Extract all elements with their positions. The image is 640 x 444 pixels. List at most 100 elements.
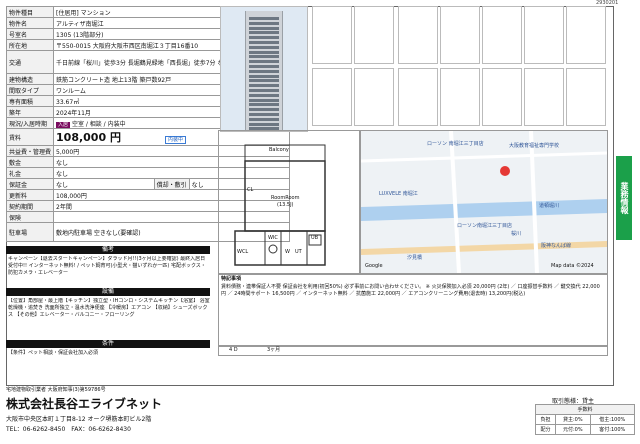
map-label-4: ローソン南堀江三丁目店 xyxy=(457,223,513,229)
room-sub-label: (13.5J) xyxy=(277,202,294,208)
photo-thumbnail[interactable] xyxy=(566,68,606,126)
notes-header: 特記事項 xyxy=(221,276,242,282)
fee-cell: 負担 xyxy=(535,414,556,425)
company-name: 株式会社長谷エライブネット xyxy=(6,397,163,411)
license-text: 宅地建物取引業者 大阪府知事(3)第59786号 xyxy=(6,387,106,393)
map-label-7: 阪神なんば線 xyxy=(541,243,572,249)
building-window-row xyxy=(249,103,279,107)
spec-key: 共益費・管理費 xyxy=(5,145,55,157)
jouken-text: 【条件】ペット相談・保証会社加入必須 xyxy=(8,350,99,356)
spec-key: 築年 xyxy=(5,106,55,118)
bikou-header: 備考 xyxy=(6,246,210,254)
building-window-row xyxy=(249,84,279,88)
plan-label-wcl: WCL xyxy=(237,249,249,255)
plan-label-ub: UB xyxy=(311,235,319,241)
spec-key: 所在地 xyxy=(5,39,55,51)
building-window-row xyxy=(249,69,279,73)
spec-key: 保険 xyxy=(5,211,55,223)
photo-thumbnail[interactable] xyxy=(354,68,394,126)
spec-key: 保証金 xyxy=(5,178,55,190)
building-window-row xyxy=(249,26,279,30)
map-label-9: Google xyxy=(365,263,383,269)
fee-cell: 客付:100% xyxy=(589,424,636,435)
notes-tab-bar: 4 D 3ヶ月 xyxy=(218,346,608,356)
photo-thumbnail[interactable] xyxy=(524,68,564,126)
photo-thumbnail[interactable] xyxy=(566,6,606,64)
spec-key: 物件種目 xyxy=(5,6,55,18)
balcony-label: Balcony xyxy=(269,147,289,153)
spec-key: 交通 xyxy=(5,50,55,74)
building-window-row xyxy=(249,117,279,121)
spec-key: 号室名 xyxy=(5,28,55,40)
building-window-row xyxy=(249,17,279,20)
photo-thumbnail[interactable] xyxy=(312,68,352,126)
bikou-text: キャンペーン【退去スタートキャンペーン】ダラッド月!!(3ヶ月以上要確認) 最終… xyxy=(8,256,206,276)
photo-thumbnail[interactable] xyxy=(482,6,522,64)
photo-thumbnail[interactable] xyxy=(398,68,438,126)
building-window-row xyxy=(249,50,279,54)
spec-key: 間取タイプ xyxy=(5,84,55,96)
map-label-6: 桜川 xyxy=(511,231,522,237)
fee-header: 手数料 xyxy=(535,404,635,415)
building-window-row xyxy=(249,122,279,126)
fee-cell: 元付:0% xyxy=(554,424,591,435)
rent-value: 108,000 円 xyxy=(56,131,121,144)
building-window-row xyxy=(249,113,279,116)
notes-tab-1: 4 D xyxy=(229,347,238,353)
photo-thumbnail[interactable] xyxy=(524,6,564,64)
spec-key: 更新料 xyxy=(5,189,55,201)
fee-table: 手数料 負担 貸主:0% 借主:100% 配分 元付:0% 客付:100% xyxy=(535,404,636,435)
building-window-row xyxy=(249,60,279,64)
floor-plan: Balcony RoomRoom (13.5J) CL WCL WIC UB W… xyxy=(218,130,360,274)
map-label-1: ローソン 南堀江三丁目店 xyxy=(427,141,484,147)
building-window-row xyxy=(249,108,279,112)
photo-thumbnail[interactable] xyxy=(354,6,394,64)
spec-key: 物件名 xyxy=(5,17,55,29)
notes-tab-2: 3ヶ月 xyxy=(267,347,281,353)
photo-thumbnail[interactable] xyxy=(312,6,352,64)
building-window-row xyxy=(249,21,279,25)
map-label-2: 大阪教育福祉専門学校 xyxy=(509,143,560,149)
plan-label-cl: CL xyxy=(247,187,254,193)
jouken-header: 条件 xyxy=(6,340,210,348)
photo-thumbnail[interactable] xyxy=(440,6,480,64)
photo-thumbnail[interactable] xyxy=(398,6,438,64)
building-window-row xyxy=(249,89,279,92)
building-window-row xyxy=(249,31,279,35)
map-label-3: LUXVELE 南堀江 xyxy=(379,191,418,197)
company-tel: TEL：06-6262-8450 FAX：06-6262-8430 xyxy=(6,426,131,433)
notes-box: 特記事項 賃料債務・連帯保証人不要 保証会社を利用(初回50%) 必ず事前にお問… xyxy=(218,274,608,346)
status-key: 現況/入居時期 xyxy=(5,117,55,129)
map-label-10: Map data ©2024 xyxy=(551,263,594,269)
plan-label-w: W xyxy=(285,249,290,255)
room-label: RoomRoom xyxy=(271,195,300,201)
spec-key: 礼金 xyxy=(5,167,55,179)
fee-cell: 貸主:0% xyxy=(554,414,591,425)
building-photo xyxy=(220,6,308,132)
building-window-row xyxy=(249,41,279,44)
area-map: ローソン 南堀江三丁目店 大阪教育福祉専門学校 LUXVELE 南堀江 ローソン… xyxy=(360,130,608,274)
building-window-row xyxy=(249,93,279,97)
photo-thumbnail[interactable] xyxy=(482,68,522,126)
building-window-row xyxy=(249,98,279,102)
status-tag: 入居 xyxy=(56,121,71,128)
building-window-row xyxy=(249,55,279,59)
building-window-row xyxy=(249,79,279,83)
photo-thumbnail[interactable] xyxy=(440,68,480,126)
building-window-row xyxy=(249,36,279,40)
spec-key: 専有面積 xyxy=(5,95,55,107)
fee-row: 負担 貸主:0% 借主:100% xyxy=(535,414,636,425)
spec-key-2: 償却・敷引 xyxy=(153,178,190,190)
map-label-5: 道頓堀川 xyxy=(539,203,560,209)
company-address: 大阪市中央区本町１丁目8-12 オーク堺筋本町ビル2階 xyxy=(6,416,152,423)
building-window-row xyxy=(249,74,279,78)
rent-pill: 内装中 xyxy=(164,136,186,144)
footer-company: 宅地建物取引業者 大阪府知事(3)第59786号 株式会社長谷エライブネット 大… xyxy=(6,386,366,438)
building-window-row xyxy=(249,65,279,68)
spec-key: 建物構造 xyxy=(5,73,55,85)
spec-value: なし xyxy=(53,178,155,190)
spec-key: 駐車場 xyxy=(5,222,55,242)
plan-label-wic: WIC xyxy=(268,235,278,241)
notes-text: 賃料債務・連帯保証人不要 保証会社を利用(初回50%) 必ず事前にお問い合わせく… xyxy=(221,284,600,297)
business-info-tab[interactable]: 業務情報 xyxy=(616,156,632,240)
